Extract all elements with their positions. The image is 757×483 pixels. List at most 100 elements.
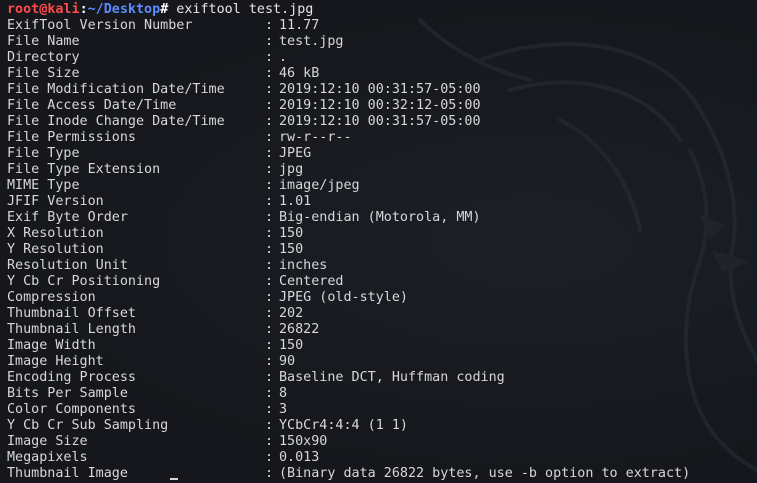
exif-row: Image Width:150 [7, 338, 757, 354]
exif-tag-value: 202 [279, 306, 304, 321]
exif-separator: : [265, 338, 274, 353]
exif-tag-name: X Resolution [7, 226, 104, 241]
exif-separator: : [265, 18, 274, 33]
exif-separator: : [265, 434, 274, 449]
exif-tag-value: 90 [279, 354, 296, 369]
exif-row: File Type Extension: jpg [7, 162, 757, 178]
exif-tag-name: File Name [7, 34, 80, 49]
terminal-window[interactable]: root@kali:~/Desktop# exiftool test.jpg E… [0, 0, 757, 483]
exif-tag-name: File Access Date/Time [7, 98, 177, 113]
exif-row: ExifTool Version Number:11.77 [7, 18, 757, 34]
exif-tag-value: image/jpeg [279, 178, 360, 193]
exif-rows: ExifTool Version Number:11.77 File Name: t… [7, 18, 757, 482]
exif-tag-name: Image Width [7, 338, 96, 353]
exif-tag-value: 2019:12:10 00:32:12-05:00 [279, 98, 481, 113]
exif-tag-name: Resolution Unit [7, 258, 128, 273]
exif-tag-value: Centered [279, 274, 344, 289]
exif-tag-name: Image Height [7, 354, 104, 369]
exif-tag-name: Megapixels [7, 450, 88, 465]
exif-tag-value: . [279, 50, 288, 65]
exif-row: File Name: test.jpg [7, 34, 757, 50]
exif-tag-name: Exif Byte Order [7, 210, 128, 225]
exif-row: Megapixels:0.013 [7, 450, 757, 466]
exif-tag-name: Color Components [7, 402, 136, 417]
exif-row: Y Cb Cr Sub Sampling: YCbCr4:4:4 (1 1) [7, 418, 757, 434]
exif-separator: : [265, 306, 274, 321]
exif-tag-value: 26822 [279, 322, 320, 337]
exif-tag-value: YCbCr4:4:4 (1 1) [279, 418, 408, 433]
exif-tag-value: rw-r--r-- [279, 130, 352, 145]
exif-tag-name: File Type Extension [7, 162, 161, 177]
exif-row: File Inode Change Date/Time:2019:12:10 0… [7, 114, 757, 130]
exif-tag-name: File Size [7, 66, 80, 81]
exif-separator: : [265, 226, 274, 241]
exif-tag-name: Thumbnail Image [7, 466, 128, 481]
command-text: exiftool test.jpg [168, 2, 314, 17]
exif-separator: : [265, 66, 274, 81]
exif-separator: : [265, 194, 274, 209]
exif-tag-name: Thumbnail Length [7, 322, 136, 337]
exif-tag-name: Y Resolution [7, 242, 104, 257]
exif-tag-value: (Binary data 26822 bytes, use -b option … [279, 466, 691, 481]
exif-row: Y Resolution:150 [7, 242, 757, 258]
exif-tag-name: Directory [7, 50, 80, 65]
exif-separator: : [265, 130, 274, 145]
prompt-user: root [7, 2, 40, 17]
exif-row: Encoding Process: Baseline DCT, Huffman c… [7, 370, 757, 386]
terminal-output: root@kali:~/Desktop# exiftool test.jpg E… [7, 2, 757, 482]
exif-tag-value: jpg [279, 162, 304, 177]
exif-tag-value: 150 [279, 338, 304, 353]
prompt-line: root@kali:~/Desktop# exiftool test.jpg [7, 2, 757, 18]
exif-tag-value: JPEG (old-style) [279, 290, 408, 305]
exif-tag-name: Bits Per Sample [7, 386, 128, 401]
prompt-path: ~/Desktop [87, 2, 161, 17]
exif-row: Thumbnail Offset:202 [7, 306, 757, 322]
exif-row: Image Height:90 [7, 354, 757, 370]
text-cursor [170, 478, 178, 480]
exif-tag-value: Baseline DCT, Huffman coding [279, 370, 505, 385]
exif-row: X Resolution:150 [7, 226, 757, 242]
exif-row: Image Size:150x90 [7, 434, 757, 450]
exif-tag-value: 11.77 [279, 18, 320, 33]
exif-tag-value: 0.013 [279, 450, 320, 465]
exif-separator: : [265, 242, 274, 257]
exif-row: JFIF Version:1.01 [7, 194, 757, 210]
exif-row: File Size:46 kB [7, 66, 757, 82]
exif-row: File Type: JPEG [7, 146, 757, 162]
exif-separator: : [265, 178, 274, 193]
exif-row: Exif Byte Order: Big-endian (Motorola, MM… [7, 210, 757, 226]
exif-tag-value: 3 [279, 402, 288, 417]
exif-separator: : [265, 98, 274, 113]
exif-separator: : [265, 50, 274, 65]
exif-tag-name: Compression [7, 290, 96, 305]
exif-separator: : [265, 274, 274, 289]
exif-separator: : [265, 210, 274, 225]
exif-tag-name: File Inode Change Date/Time [7, 114, 225, 129]
exif-tag-name: Thumbnail Offset [7, 306, 136, 321]
exif-tag-value: 150x90 [279, 434, 328, 449]
exif-tag-value: 2019:12:10 00:31:57-05:00 [279, 82, 481, 97]
exif-tag-value: 150 [279, 242, 304, 257]
exif-tag-name: File Permissions [7, 130, 136, 145]
exif-separator: : [265, 450, 274, 465]
exif-tag-name: MIME Type [7, 178, 80, 193]
exif-tag-value: 150 [279, 226, 304, 241]
exif-separator: : [265, 370, 274, 385]
exif-row: Thumbnail Length:26822 [7, 322, 757, 338]
exif-separator: : [265, 402, 274, 417]
exif-separator: : [265, 290, 274, 305]
exif-tag-value: Big-endian (Motorola, MM) [279, 210, 481, 225]
exif-tag-name: Encoding Process [7, 370, 136, 385]
exif-tag-name: File Type [7, 146, 80, 161]
exif-row: File Access Date/Time:2019:12:10 00:32:1… [7, 98, 757, 114]
exif-separator: : [265, 82, 274, 97]
exif-tag-name: Y Cb Cr Positioning [7, 274, 161, 289]
exif-tag-value: test.jpg [279, 34, 344, 49]
exif-row: Resolution Unit: inches [7, 258, 757, 274]
exif-separator: : [265, 114, 274, 129]
exif-row: Bits Per Sample:8 [7, 386, 757, 402]
exif-tag-name: ExifTool Version Number [7, 18, 193, 33]
exif-tag-name: JFIF Version [7, 194, 104, 209]
exif-separator: : [265, 162, 274, 177]
exif-separator: : [265, 386, 274, 401]
